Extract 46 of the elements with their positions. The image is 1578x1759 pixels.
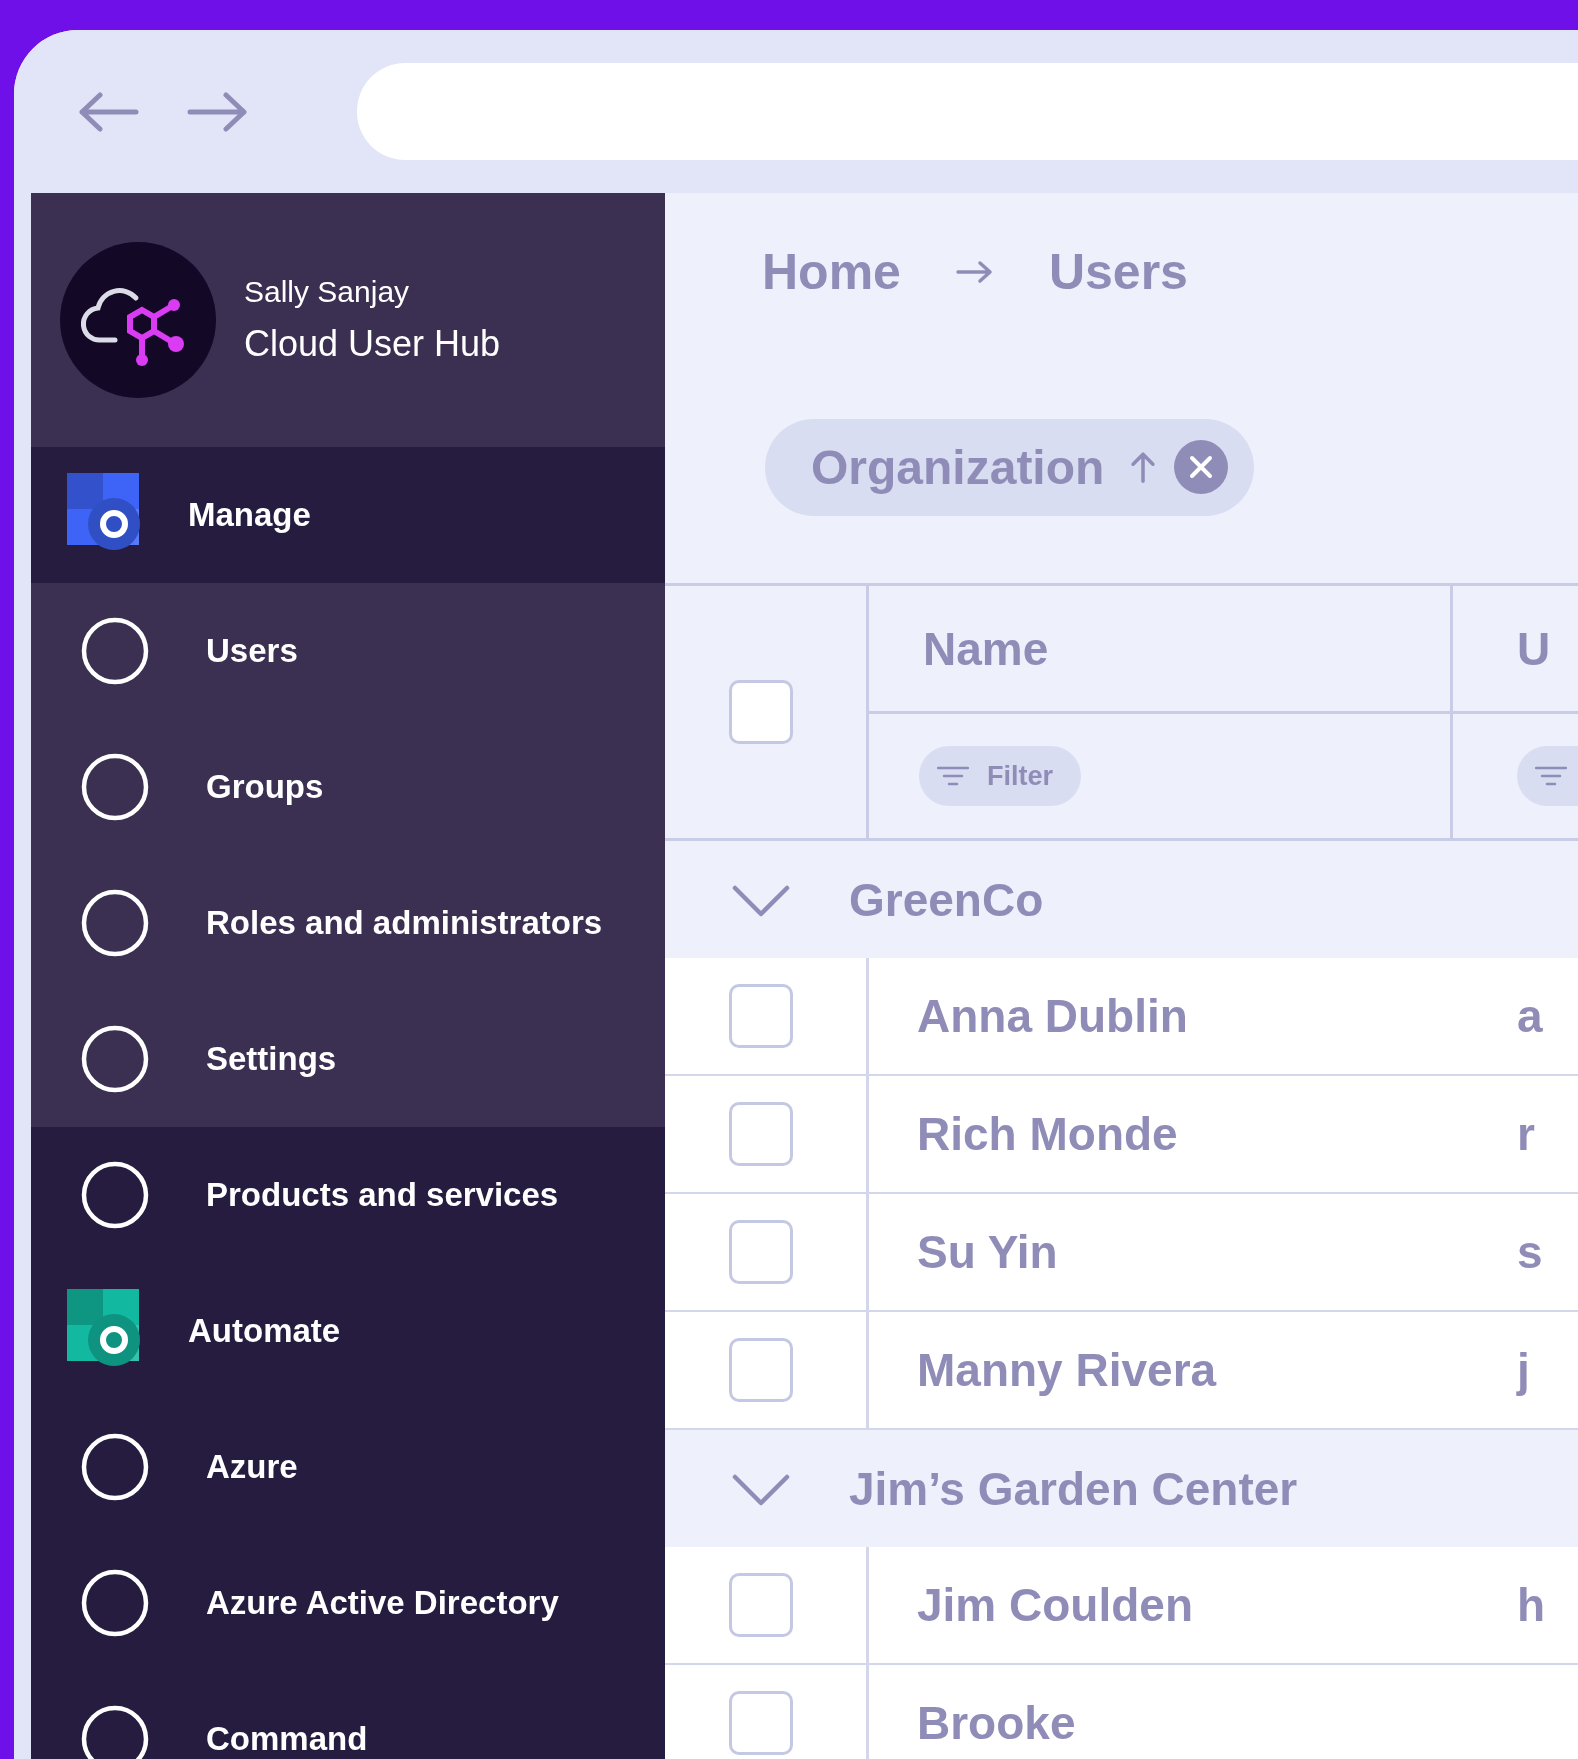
circle-icon bbox=[80, 616, 150, 686]
sidebar-item[interactable]: Users bbox=[31, 583, 665, 719]
sidebar-item[interactable]: Azure Active Directory bbox=[31, 1535, 665, 1671]
table-cell: Su Yin bbox=[917, 1225, 1058, 1279]
sort-label: Organization bbox=[811, 439, 1105, 495]
sidebar-item[interactable]: Groups bbox=[31, 719, 665, 855]
table-cell: a bbox=[1517, 989, 1543, 1043]
cloud-network-logo-icon bbox=[60, 242, 216, 398]
circle-icon bbox=[80, 1024, 150, 1094]
sidebar-item[interactable]: Roles and administrators bbox=[31, 855, 665, 991]
sidebar-item[interactable]: Azure bbox=[31, 1399, 665, 1535]
circle-icon bbox=[80, 752, 150, 822]
sidebar-item[interactable]: Automate bbox=[31, 1263, 665, 1399]
sidebar-item[interactable]: Settings bbox=[31, 991, 665, 1127]
row-checkbox[interactable] bbox=[729, 1691, 793, 1755]
table-cell: Brooke bbox=[917, 1696, 1076, 1750]
close-icon[interactable] bbox=[1174, 440, 1229, 494]
forward-arrow-icon[interactable] bbox=[186, 91, 250, 132]
back-arrow-icon[interactable] bbox=[76, 91, 140, 132]
table-cell: j bbox=[1517, 1343, 1530, 1397]
filter-icon bbox=[937, 766, 969, 786]
filter-icon bbox=[1535, 766, 1567, 786]
select-all-checkbox[interactable] bbox=[729, 680, 793, 744]
table-cell: Manny Rivera bbox=[917, 1343, 1217, 1397]
circle-icon bbox=[80, 1160, 150, 1230]
table-cell: Anna Dublin bbox=[917, 989, 1188, 1043]
circle-icon bbox=[80, 1568, 150, 1638]
arrow-right-icon bbox=[954, 260, 995, 284]
table-cell: Jim Coulden bbox=[917, 1578, 1194, 1632]
sidebar-item[interactable]: Command bbox=[31, 1671, 665, 1759]
row-checkbox[interactable] bbox=[729, 984, 793, 1048]
sidebar-item[interactable]: Manage bbox=[31, 447, 665, 583]
sidebar-item[interactable]: Products and services bbox=[31, 1127, 665, 1263]
circle-icon bbox=[80, 1432, 150, 1502]
row-checkbox[interactable] bbox=[729, 1102, 793, 1166]
user-name: Sally Sanjay bbox=[244, 275, 411, 309]
product-name: Cloud User Hub bbox=[244, 323, 501, 365]
table-cell: s bbox=[1517, 1225, 1543, 1279]
row-checkbox[interactable] bbox=[729, 1338, 793, 1402]
row-checkbox[interactable] bbox=[729, 1573, 793, 1637]
table-cell: h bbox=[1517, 1578, 1546, 1632]
row-checkbox[interactable] bbox=[729, 1220, 793, 1284]
table-cell: Rich Monde bbox=[917, 1107, 1178, 1161]
address-bar[interactable] bbox=[357, 63, 1578, 160]
table-cell: r bbox=[1517, 1107, 1535, 1161]
circle-icon bbox=[80, 888, 150, 958]
